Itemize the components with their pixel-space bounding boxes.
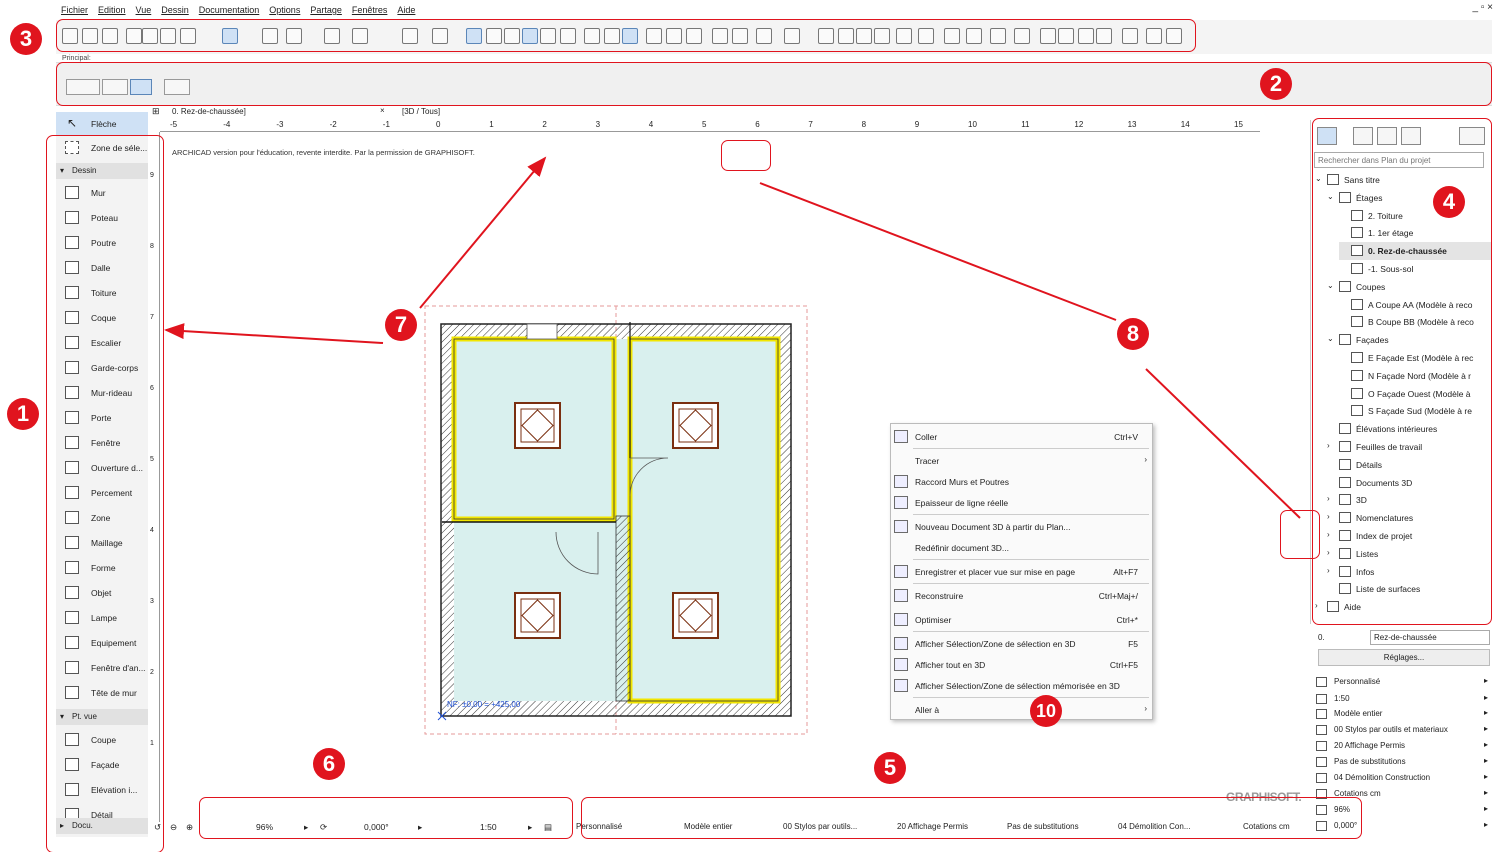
badge-7: 7: [385, 309, 417, 341]
badge-3: 3: [10, 23, 42, 55]
badge-10: 10: [1030, 695, 1062, 727]
arrow-to-canvas: [419, 156, 547, 309]
badge-4: 4: [1433, 186, 1465, 218]
annotation-arrows: [164, 156, 1301, 519]
line-to-box-8b: [1145, 368, 1301, 519]
badge-8: 8: [1117, 318, 1149, 350]
badge-1: 1: [7, 398, 39, 430]
arrow-to-toolbox: [164, 323, 384, 344]
badge-6: 6: [313, 748, 345, 780]
line-to-box-8a: [759, 182, 1117, 321]
badge-2: 2: [1260, 68, 1292, 100]
badge-5: 5: [874, 752, 906, 784]
